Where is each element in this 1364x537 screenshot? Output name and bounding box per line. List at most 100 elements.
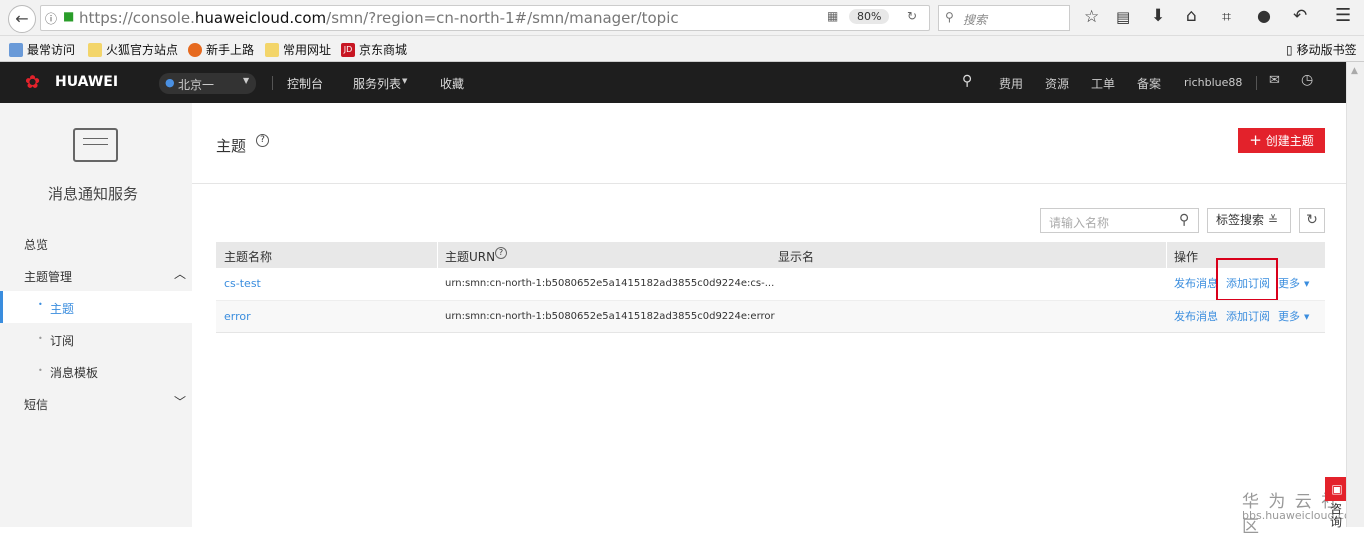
browser-toolbar: ← ⓘ ■ https://console.huaweicloud.com/sm…	[0, 0, 1364, 36]
divider	[272, 76, 273, 90]
divider	[192, 183, 1346, 184]
qr-icon[interactable]: ▦	[827, 9, 838, 23]
location-icon: ●	[165, 76, 175, 89]
tag-search-label: 标签搜索	[1216, 213, 1265, 227]
folder-icon	[265, 42, 279, 57]
nav-filing[interactable]: 备案	[1137, 75, 1161, 92]
scrollbar[interactable]: ▲	[1346, 62, 1364, 527]
divider	[1256, 76, 1257, 90]
top-nav: ✿ HUAWEI ● 北京一 ▼ 控制台 服务列表 ▼ 收藏 ⚲ 费用 资源 工…	[0, 62, 1346, 103]
bullet-icon: •	[38, 366, 43, 375]
bookmark-label: 火狐官方站点	[106, 43, 179, 57]
phone-icon: ▯	[1286, 42, 1293, 57]
sidebar-item-sms[interactable]: 短信	[24, 396, 48, 413]
bullet-icon: •	[38, 334, 43, 343]
huawei-logo-icon: ✿	[25, 72, 41, 93]
reading-list-icon[interactable]: ▤	[1116, 8, 1130, 26]
refresh-button[interactable]: ↻	[1299, 208, 1325, 233]
sidebar-item-subscriptions[interactable]: 订阅	[50, 332, 74, 349]
bookmark-label: 最常访问	[27, 43, 76, 57]
more-dropdown[interactable]: 更多	[1278, 301, 1300, 333]
help-icon[interactable]: ?	[256, 134, 269, 147]
bookmark-label: 新手上路	[206, 43, 255, 57]
bookmark-jd[interactable]: JD 京东商城	[341, 41, 407, 58]
sidebar-item-topic-management[interactable]: 主题管理	[24, 268, 72, 285]
reload-icon[interactable]: ↻	[907, 9, 917, 23]
mail-icon[interactable]: ✉	[1269, 73, 1280, 88]
column-header-urn: 主题URN	[445, 250, 496, 264]
browser-search[interactable]: ⚲ 搜索	[938, 5, 1070, 31]
zoom-level[interactable]: 80%	[849, 9, 890, 24]
create-topic-button[interactable]: + 创建主题	[1238, 128, 1325, 153]
back-button[interactable]: ←	[8, 5, 36, 33]
more-dropdown[interactable]: 更多	[1278, 268, 1300, 300]
nav-favorites[interactable]: 收藏	[440, 75, 464, 92]
clock-icon[interactable]: ◷	[1301, 72, 1313, 88]
double-chevron-down-icon: ≚	[1267, 213, 1278, 227]
bookmark-most-visited[interactable]: 最常访问	[9, 41, 75, 58]
sidebar: 消息通知服务 总览 主题管理 ︿ • 主题 • 订阅 • 消息模板 短信 ﹀	[0, 103, 192, 527]
sidebar-item-topics[interactable]: • 主题	[0, 291, 192, 323]
undo-icon[interactable]: ↶	[1293, 6, 1307, 26]
download-icon[interactable]: ⬇	[1151, 6, 1165, 26]
topics-table: 主题名称 主题URN ? 显示名 操作 cs-test urn:smn:cn-n…	[216, 242, 1325, 333]
consult-label[interactable]: 咨询	[1330, 503, 1344, 529]
nav-billing[interactable]: 费用	[999, 75, 1023, 92]
bookmark-label: 移动版书签	[1296, 43, 1357, 57]
chevron-up-icon[interactable]: ︿	[174, 265, 186, 282]
search-placeholder: 搜索	[963, 13, 988, 27]
region-label: 北京一	[178, 78, 215, 92]
lock-icon: ■	[63, 9, 75, 23]
nav-services[interactable]: 服务列表	[353, 75, 401, 92]
home-icon[interactable]: ⌂	[1186, 6, 1197, 26]
topic-name-link[interactable]: error	[224, 301, 251, 333]
tag-search-button[interactable]: 标签搜索 ≚	[1207, 208, 1291, 233]
plus-icon: +	[1249, 131, 1262, 149]
topic-search-input[interactable]: 请输入名称 ⚲	[1040, 208, 1199, 233]
search-placeholder: 请输入名称	[1049, 216, 1110, 230]
url-domain: huaweicloud.com	[194, 9, 327, 27]
mobile-bookmarks[interactable]: ▯ 移动版书签	[1286, 41, 1357, 58]
bookmark-getting-started[interactable]: 新手上路	[188, 41, 254, 58]
sidebar-item-label: 主题	[50, 302, 75, 316]
chevron-down-icon[interactable]: ﹀	[174, 393, 186, 410]
caret-down-icon: ▼	[402, 77, 408, 85]
create-topic-label: 创建主题	[1265, 134, 1314, 148]
publish-message-link[interactable]: 发布消息	[1174, 268, 1218, 300]
logo-text[interactable]: HUAWEI	[55, 74, 118, 90]
nav-user[interactable]: richblue88	[1184, 76, 1242, 89]
search-icon[interactable]: ⚲	[1179, 212, 1189, 228]
bookmark-firefox-site[interactable]: 火狐官方站点	[88, 41, 178, 58]
region-select[interactable]: ● 北京一 ▼	[159, 73, 256, 94]
url-text: https://console.huaweicloud.com/smn/?reg…	[79, 9, 679, 27]
bookmark-label: 常用网址	[283, 43, 332, 57]
sidebar-item-overview[interactable]: 总览	[24, 236, 48, 253]
url-bar[interactable]: ⓘ ■ https://console.huaweicloud.com/smn/…	[40, 5, 930, 31]
page-title: 主题	[216, 137, 247, 155]
caret-down-icon: ▼	[1304, 280, 1310, 288]
publish-message-link[interactable]: 发布消息	[1174, 301, 1218, 333]
topic-name-link[interactable]: cs-test	[224, 268, 261, 300]
topic-urn: urn:smn:cn-north-1:b5080652e5a1415182ad3…	[445, 278, 775, 289]
firefox-icon	[188, 42, 202, 57]
bullet-icon: •	[38, 300, 43, 309]
add-subscription-link[interactable]: 添加订阅	[1226, 301, 1270, 333]
nav-resources[interactable]: 资源	[1045, 75, 1069, 92]
table-header: 主题名称 主题URN ? 显示名 操作	[216, 242, 1325, 268]
nav-tickets[interactable]: 工单	[1091, 75, 1115, 92]
bookmark-common-sites[interactable]: 常用网址	[265, 41, 331, 58]
scroll-up-icon[interactable]: ▲	[1351, 66, 1358, 76]
star-icon[interactable]: ☆	[1084, 7, 1099, 27]
search-icon[interactable]: ⚲	[962, 73, 972, 89]
column-header-actions: 操作	[1174, 250, 1199, 264]
chat-icon[interactable]: ●	[1257, 6, 1271, 25]
help-icon[interactable]: ?	[495, 247, 507, 259]
crop-icon[interactable]: ⌗	[1222, 7, 1231, 27]
sidebar-item-templates[interactable]: 消息模板	[50, 364, 98, 381]
search-icon: ⚲	[945, 10, 954, 24]
url-suffix: /smn/?region=cn-north-1#/smn/manager/top…	[326, 9, 679, 27]
bookmarks-bar: 最常访问 火狐官方站点 新手上路 常用网址 JD 京东商城 ▯ 移动版书签	[0, 36, 1364, 62]
menu-icon[interactable]: ☰	[1335, 5, 1351, 26]
column-header-name: 主题名称	[224, 250, 273, 264]
nav-console[interactable]: 控制台	[287, 75, 323, 92]
